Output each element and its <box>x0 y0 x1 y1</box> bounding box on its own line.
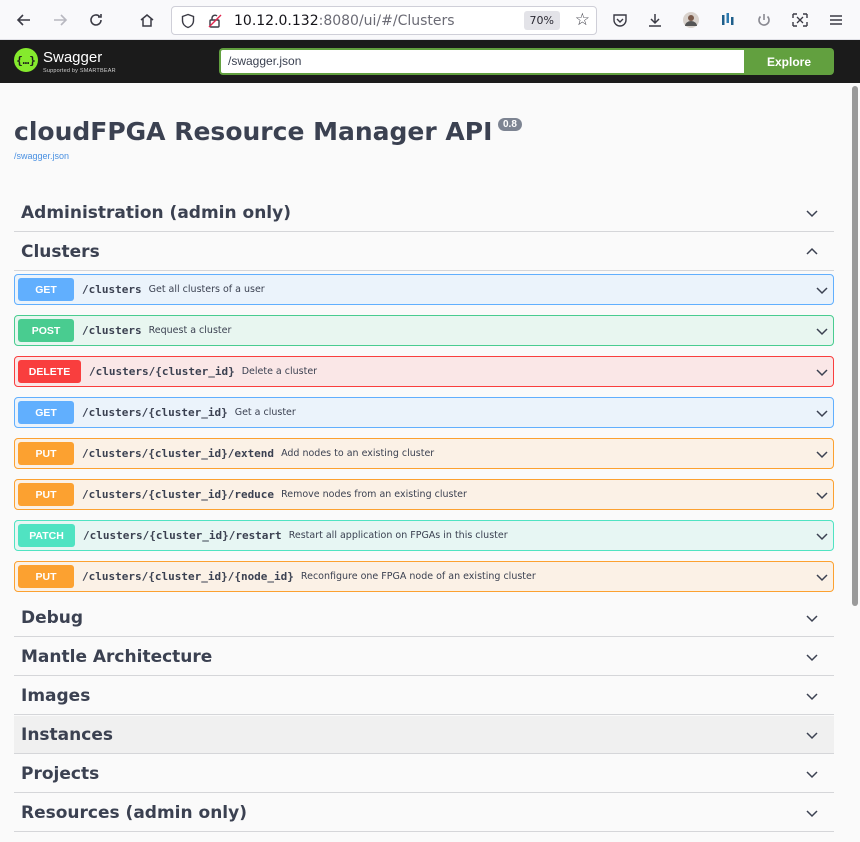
tag-projects[interactable]: Projects <box>14 755 834 793</box>
browser-toolbar: 10.12.0.132:8080/ui/#/Clusters 70% ☆ <box>0 0 860 40</box>
method-badge: DELETE <box>18 360 81 383</box>
swagger-logo-icon[interactable]: {…} <box>14 48 38 72</box>
chevron-down-icon <box>816 287 828 295</box>
operation-summary: Remove nodes from an existing cluster <box>281 489 467 500</box>
chevron-down-icon <box>816 574 828 582</box>
chevron-down-icon <box>806 654 818 662</box>
operation-summary: Add nodes to an existing cluster <box>281 448 435 459</box>
operation-delete-cluster[interactable]: DELETE /clusters/{cluster_id} Delete a c… <box>14 356 834 387</box>
operation-path: /clusters/{cluster_id}/extend <box>82 447 275 460</box>
operation-summary: Delete a cluster <box>241 366 318 377</box>
operation-path: /clusters/{cluster_id}/restart <box>83 529 282 542</box>
operation-put-reduce[interactable]: PUT /clusters/{cluster_id}/reduce Remove… <box>14 479 834 510</box>
method-badge: GET <box>18 278 74 301</box>
screenshot-icon[interactable] <box>788 8 812 32</box>
power-icon[interactable] <box>752 8 776 32</box>
operation-summary: Get a cluster <box>234 407 296 418</box>
tag-label: Resources (admin only) <box>21 802 247 823</box>
tag-label: Debug <box>21 607 84 628</box>
api-title: cloudFPGA Resource Manager API <box>14 117 493 146</box>
swagger-brand[interactable]: Swagger <box>43 49 102 66</box>
operation-put-node[interactable]: PUT /clusters/{cluster_id}/{node_id} Rec… <box>14 561 834 592</box>
tag-instances[interactable]: Instances <box>14 716 834 754</box>
version-badge: 0.8 <box>498 118 522 131</box>
chevron-down-icon <box>816 492 828 500</box>
bookmark-star-icon[interactable]: ☆ <box>575 10 590 30</box>
operation-summary: Get all clusters of a user <box>148 284 265 295</box>
extension-bars-icon[interactable] <box>716 8 740 32</box>
operation-path: /clusters/{cluster_id}/reduce <box>82 488 275 501</box>
swagger-brand-sub: Supported by SMARTBEAR <box>43 68 116 74</box>
explore-button[interactable]: Explore <box>744 48 834 75</box>
method-badge: PUT <box>18 565 74 588</box>
tag-label: Projects <box>21 763 100 784</box>
chevron-down-icon <box>816 451 828 459</box>
operation-summary: Restart all application on FPGAs in this… <box>288 530 508 541</box>
method-badge: GET <box>18 401 74 424</box>
swagger-topbar: {…} Swagger Supported by SMARTBEAR /swag… <box>0 40 860 83</box>
shield-icon[interactable] <box>180 13 196 33</box>
chevron-down-icon <box>816 328 828 336</box>
operation-path: /clusters/{cluster_id} <box>89 365 235 378</box>
downloads-icon[interactable] <box>643 8 667 32</box>
chevron-down-icon <box>816 410 828 418</box>
url-bar[interactable]: 10.12.0.132:8080/ui/#/Clusters 70% ☆ <box>171 6 597 35</box>
reload-icon[interactable] <box>83 8 109 32</box>
operation-path: /clusters <box>82 283 142 296</box>
zoom-level-badge[interactable]: 70% <box>523 11 560 30</box>
operation-get-clusters[interactable]: GET /clusters Get all clusters of a user <box>14 274 834 305</box>
chevron-down-icon <box>806 810 818 818</box>
insecure-lock-icon[interactable] <box>207 13 223 33</box>
method-badge: POST <box>18 319 74 342</box>
pocket-icon[interactable] <box>608 8 632 32</box>
operation-get-cluster[interactable]: GET /clusters/{cluster_id} Get a cluster <box>14 397 834 428</box>
chevron-down-icon <box>806 210 818 218</box>
chevron-down-icon <box>806 732 818 740</box>
tag-label: Clusters <box>21 241 100 262</box>
operation-path: /clusters/{cluster_id}/{node_id} <box>82 570 294 583</box>
spec-url-input[interactable]: /swagger.json <box>219 48 744 75</box>
tag-debug[interactable]: Debug <box>14 599 834 637</box>
method-badge: PUT <box>18 442 74 465</box>
chevron-down-icon <box>816 533 828 541</box>
tag-label: Mantle Architecture <box>21 646 213 667</box>
url-text[interactable]: 10.12.0.132:8080/ui/#/Clusters <box>234 13 455 29</box>
operation-summary: Reconfigure one FPGA node of an existing… <box>300 571 536 582</box>
account-avatar-icon[interactable] <box>679 8 703 32</box>
operation-summary: Request a cluster <box>148 325 232 336</box>
chevron-down-icon <box>816 369 828 377</box>
tag-images[interactable]: Images <box>14 677 834 715</box>
tag-mantle-architecture[interactable]: Mantle Architecture <box>14 638 834 676</box>
operation-post-clusters[interactable]: POST /clusters Request a cluster <box>14 315 834 346</box>
method-badge: PUT <box>18 483 74 506</box>
operation-patch-restart[interactable]: PATCH /clusters/{cluster_id}/restart Res… <box>14 520 834 551</box>
operation-path: /clusters <box>82 324 142 337</box>
menu-hamburger-icon[interactable] <box>824 8 848 32</box>
method-badge: PATCH <box>18 524 75 547</box>
chevron-down-icon <box>806 771 818 779</box>
home-icon[interactable] <box>134 8 160 32</box>
forward-icon[interactable] <box>47 8 73 32</box>
tag-label: Images <box>21 685 91 706</box>
back-icon[interactable] <box>11 8 37 32</box>
tag-resources[interactable]: Resources (admin only) <box>14 794 834 832</box>
chevron-down-icon <box>806 615 818 623</box>
chevron-up-icon <box>806 247 818 255</box>
page-scrollbar[interactable] <box>852 86 858 606</box>
tag-administration[interactable]: Administration (admin only) <box>14 194 834 232</box>
chevron-down-icon <box>806 693 818 701</box>
operation-put-extend[interactable]: PUT /clusters/{cluster_id}/extend Add no… <box>14 438 834 469</box>
tag-label: Instances <box>21 724 113 745</box>
tag-label: Administration (admin only) <box>21 202 291 223</box>
spec-link[interactable]: /swagger.json <box>14 151 69 161</box>
tag-clusters[interactable]: Clusters <box>14 233 834 271</box>
operation-path: /clusters/{cluster_id} <box>82 406 228 419</box>
